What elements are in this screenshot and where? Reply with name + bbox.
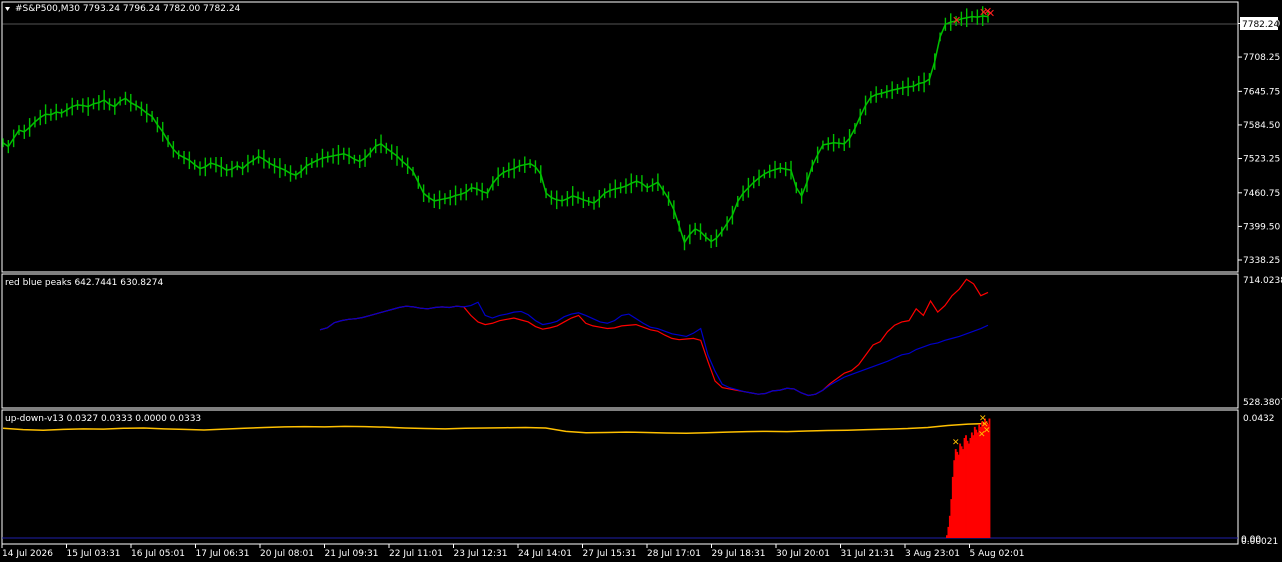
x-tick-label: 3 Aug 23:01 [905, 549, 960, 559]
y-tick-label: 0.0432 [1243, 414, 1275, 424]
main-panel-title: #S&P500,M30 7793.24 7796.24 7782.00 7782… [15, 4, 241, 14]
indicator-2-bottom-value: 0.00021 [1241, 537, 1278, 547]
current-price-label: 7782.24 [1242, 20, 1279, 30]
x-tick-label: 24 Jul 14:01 [518, 549, 572, 559]
indicator-1-title: red blue peaks 642.7441 630.8274 [5, 278, 163, 288]
histogram-bar [988, 418, 991, 538]
x-tick-label: 28 Jul 17:01 [647, 549, 701, 559]
chart-window[interactable]: #S&P500,M30 7793.24 7796.24 7782.00 7782… [0, 0, 1282, 562]
y-tick-label: 7338.25 [1243, 256, 1280, 266]
indicator-2-title: up-down-v13 0.0327 0.0333 0.0000 0.0333 [5, 414, 201, 424]
x-tick-label: 17 Jul 06:31 [196, 549, 250, 559]
y-tick-label: 7708.25 [1243, 53, 1280, 63]
y-tick-label: 528.3807 [1243, 398, 1282, 408]
x-tick-label: 21 Jul 09:31 [325, 549, 379, 559]
x-tick-label: 5 Aug 02:01 [970, 549, 1025, 559]
x-tick-label: 22 Jul 11:01 [389, 549, 443, 559]
x-tick-label: 31 Jul 21:31 [841, 549, 895, 559]
x-tick-label: 15 Jul 03:31 [67, 549, 121, 559]
x-tick-label: 23 Jul 12:31 [454, 549, 508, 559]
sell-marker: ✕ [952, 14, 961, 27]
y-tick-label: 714.0238 [1243, 276, 1282, 286]
x-tick-label: 14 Jul 2026 [2, 549, 53, 559]
sell-marker: ✕ [986, 7, 995, 20]
chart-background [0, 0, 1282, 562]
y-tick-label: 7460.75 [1243, 189, 1280, 199]
x-tick-label: 30 Jul 20:01 [776, 549, 830, 559]
y-tick-label: 7399.50 [1243, 222, 1280, 232]
x-tick-label: 29 Jul 18:31 [712, 549, 766, 559]
y-tick-label: 7584.50 [1243, 121, 1280, 131]
y-tick-label: 7523.25 [1243, 155, 1280, 165]
signal-marker: ✕ [952, 438, 960, 448]
x-tick-label: 20 Jul 08:01 [260, 549, 314, 559]
y-tick-label: 7645.75 [1243, 87, 1280, 97]
x-tick-label: 16 Jul 05:01 [131, 549, 185, 559]
x-tick-label: 27 Jul 15:31 [583, 549, 637, 559]
signal-marker: ✕ [978, 430, 986, 440]
